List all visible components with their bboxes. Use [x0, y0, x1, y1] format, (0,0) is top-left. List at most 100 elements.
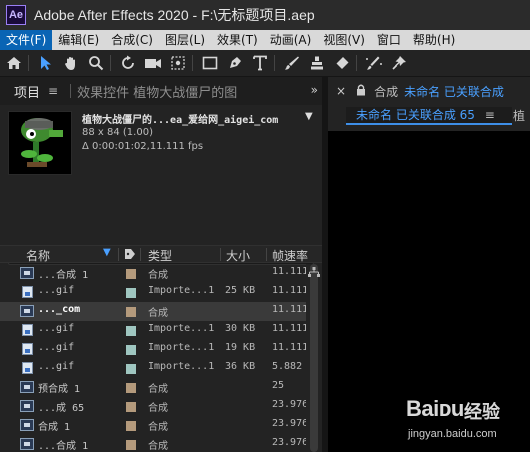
composition-icon — [20, 381, 34, 393]
panel-menu-icon[interactable]: ≡ — [48, 84, 58, 98]
menu-animation[interactable]: 动画(A) — [264, 30, 318, 50]
row-frame-rate: 11.111 — [272, 342, 309, 353]
tab-composition[interactable]: 未命名 已关联合成 65 ≡ — [346, 107, 512, 125]
column-size[interactable]: 大小 — [226, 247, 250, 264]
row-name: ...gif — [38, 342, 75, 353]
footage-file-icon — [22, 286, 33, 298]
row-size: 30 KB — [225, 323, 256, 334]
composition-icon — [20, 400, 34, 412]
row-frame-rate: 11.111 — [272, 266, 309, 277]
footage-file-icon — [22, 343, 33, 355]
table-row[interactable]: ...gif Importe...1 30 KB 11.111 — [0, 321, 308, 340]
row-type: Importe...1 — [148, 285, 215, 296]
column-frame-rate[interactable]: 帧速率 — [272, 247, 308, 264]
row-type: 合成 — [148, 422, 168, 433]
scrollbar-thumb[interactable] — [310, 264, 318, 452]
table-row[interactable]: ...gif Importe...1 36 KB 5.882 — [0, 359, 306, 378]
tools-toolbar — [0, 50, 530, 77]
tab-menu-icon[interactable]: ≡ — [485, 108, 495, 122]
brush-icon[interactable] — [281, 52, 303, 74]
project-table-header: 名称 ▼ 类型 大小 帧速率 — [0, 245, 322, 263]
row-name: ...成 65 — [38, 403, 85, 414]
panel-overflow-icon[interactable]: » — [311, 83, 318, 97]
row-size: 36 KB — [225, 361, 256, 372]
column-separator — [118, 248, 119, 261]
label-color-swatch[interactable] — [126, 326, 136, 336]
table-row[interactable]: ...成 65 合成 23.976 — [0, 397, 308, 416]
label-column-icon[interactable] — [124, 248, 136, 263]
project-panel-tabs: 项目 ≡ 效果控件 植物大战僵尸的图 » — [0, 77, 322, 105]
close-icon[interactable]: × — [336, 84, 346, 98]
menu-window[interactable]: 窗口 — [371, 30, 407, 50]
pan-behind-icon[interactable] — [167, 52, 189, 74]
menu-effect[interactable]: 效果(T) — [211, 30, 264, 50]
rectangle-icon[interactable] — [199, 52, 221, 74]
toolbar-divider — [356, 55, 357, 71]
label-color-swatch[interactable] — [126, 269, 136, 279]
preview-duration: Δ 0:00:01:02,11.111 fps — [82, 141, 204, 152]
row-frame-rate: 25 — [272, 380, 285, 391]
preview-dropdown-icon[interactable]: ▼ — [305, 111, 313, 122]
camera-icon[interactable] — [142, 52, 164, 74]
row-frame-rate: 11.111 — [272, 304, 309, 315]
footage-file-icon — [22, 324, 33, 336]
menu-help[interactable]: 帮助(H) — [407, 30, 461, 50]
label-color-swatch[interactable] — [126, 345, 136, 355]
watermark-title: 经验 — [464, 402, 500, 423]
toolbar-divider — [274, 55, 275, 71]
preview-item-name: 植物大战僵尸的...ea_爱给网_aigei_com — [82, 115, 279, 126]
row-type: 合成 — [148, 308, 168, 319]
row-frame-rate: 11.111 — [272, 285, 309, 296]
tab-next[interactable]: 植 — [513, 107, 525, 124]
after-effects-logo: Ae — [6, 5, 26, 25]
menu-layer[interactable]: 图层(L) — [159, 30, 211, 50]
lock-icon[interactable] — [356, 84, 366, 99]
zoom-icon[interactable] — [85, 52, 107, 74]
row-type: 合成 — [148, 403, 168, 414]
composition-icon — [20, 267, 34, 279]
menu-composition[interactable]: 合成(C) — [105, 30, 159, 50]
menu-view[interactable]: 视图(V) — [317, 30, 371, 50]
eraser-icon[interactable] — [331, 52, 353, 74]
row-type: 合成 — [148, 270, 168, 281]
sort-descending-icon[interactable]: ▼ — [103, 247, 111, 258]
table-row[interactable]: ...gif Importe...1 25 KB 11.111 — [0, 283, 309, 302]
row-frame-rate: 23.976 — [272, 437, 309, 448]
label-color-swatch[interactable] — [126, 364, 136, 374]
menu-file[interactable]: 文件(F) — [0, 30, 53, 50]
toolbar-divider — [28, 55, 29, 71]
table-row[interactable]: ...gif Importe...1 19 KB 11.111 — [0, 340, 309, 359]
column-type[interactable]: 类型 — [148, 247, 172, 264]
composition-title[interactable]: 未命名 已关联合成 — [404, 83, 504, 100]
type-icon[interactable] — [249, 52, 271, 74]
pen-icon[interactable] — [224, 52, 246, 74]
flowchart-icon[interactable] — [308, 267, 320, 280]
table-row[interactable]: 合成 1 合成 23.976 — [0, 416, 309, 435]
roto-brush-icon[interactable] — [363, 52, 385, 74]
label-color-swatch[interactable] — [126, 383, 136, 393]
tab-composition-label: 未命名 已关联合成 65 — [356, 108, 475, 122]
hand-icon[interactable] — [60, 52, 82, 74]
row-frame-rate: 23.976 — [272, 418, 309, 429]
table-row[interactable]: ...合成 1 合成 23.976 — [0, 435, 309, 452]
label-color-swatch[interactable] — [126, 307, 136, 317]
puppet-pin-icon[interactable] — [388, 52, 410, 74]
table-row[interactable]: 预合成 1 合成 25 — [0, 378, 306, 397]
label-color-swatch[interactable] — [126, 440, 136, 450]
selection-arrow-icon[interactable] — [35, 52, 57, 74]
tab-project[interactable]: 项目 — [14, 82, 40, 101]
composition-icon — [20, 419, 34, 431]
home-icon[interactable] — [3, 52, 25, 74]
menu-edit[interactable]: 编辑(E) — [52, 30, 105, 50]
label-color-swatch[interactable] — [126, 288, 136, 298]
table-row[interactable]: ...合成 1 合成 11.111 — [0, 264, 309, 283]
tab-effect-controls[interactable]: 效果控件 植物大战僵尸的图 — [77, 82, 237, 101]
project-list-scrollbar[interactable] — [306, 264, 322, 452]
column-name[interactable]: 名称 — [26, 247, 50, 264]
table-row[interactable]: ..._com 合成 11.111 — [0, 302, 309, 321]
clone-stamp-icon[interactable] — [306, 52, 328, 74]
tab-divider — [70, 84, 72, 98]
label-color-swatch[interactable] — [126, 402, 136, 412]
label-color-swatch[interactable] — [126, 421, 136, 431]
rotate-icon[interactable] — [117, 52, 139, 74]
